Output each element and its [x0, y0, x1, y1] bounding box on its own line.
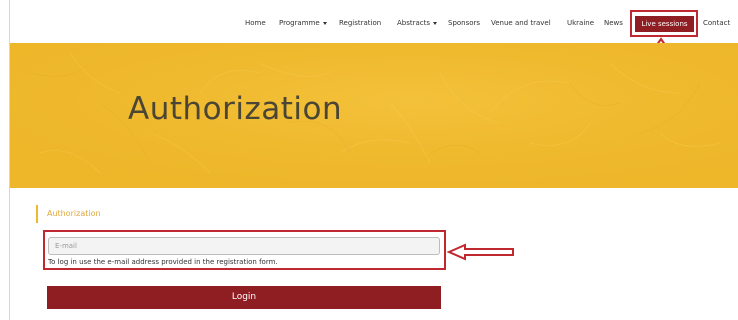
page-title: Authorization [128, 91, 343, 127]
nav-item-sponsors[interactable]: Sponsors [448, 19, 480, 28]
login-button[interactable]: Login [47, 286, 441, 309]
nav-item-programme[interactable]: Programme [279, 19, 327, 28]
nav-item-venue-and-travel[interactable]: Venue and travel [491, 19, 551, 28]
nav-item-registration[interactable]: Registration [339, 19, 381, 28]
nav-item-contact[interactable]: Contact [703, 19, 730, 28]
chevron-down-icon [433, 21, 438, 25]
nav-item-news[interactable]: News [604, 19, 623, 28]
nav-item-home[interactable]: Home [245, 19, 266, 28]
hero-banner: Authorization [10, 43, 738, 188]
page-left-border [0, 0, 10, 320]
email-field[interactable] [48, 237, 440, 255]
nav-item-abstracts-label: Abstracts [397, 19, 431, 27]
email-hint: To log in use the e-mail address provide… [48, 258, 278, 266]
chevron-down-icon [322, 21, 327, 25]
arrow-left-icon [447, 243, 514, 261]
nav-item-programme-label: Programme [279, 19, 320, 27]
nav-item-live-sessions[interactable]: Live sessions [635, 16, 694, 32]
hero-texture [10, 43, 738, 188]
section-label: Authorization [36, 205, 101, 223]
nav-item-ukraine[interactable]: Ukraine [567, 19, 594, 28]
page: Home Programme Registration Abstracts Sp… [0, 0, 738, 320]
nav-item-abstracts[interactable]: Abstracts [397, 19, 438, 28]
